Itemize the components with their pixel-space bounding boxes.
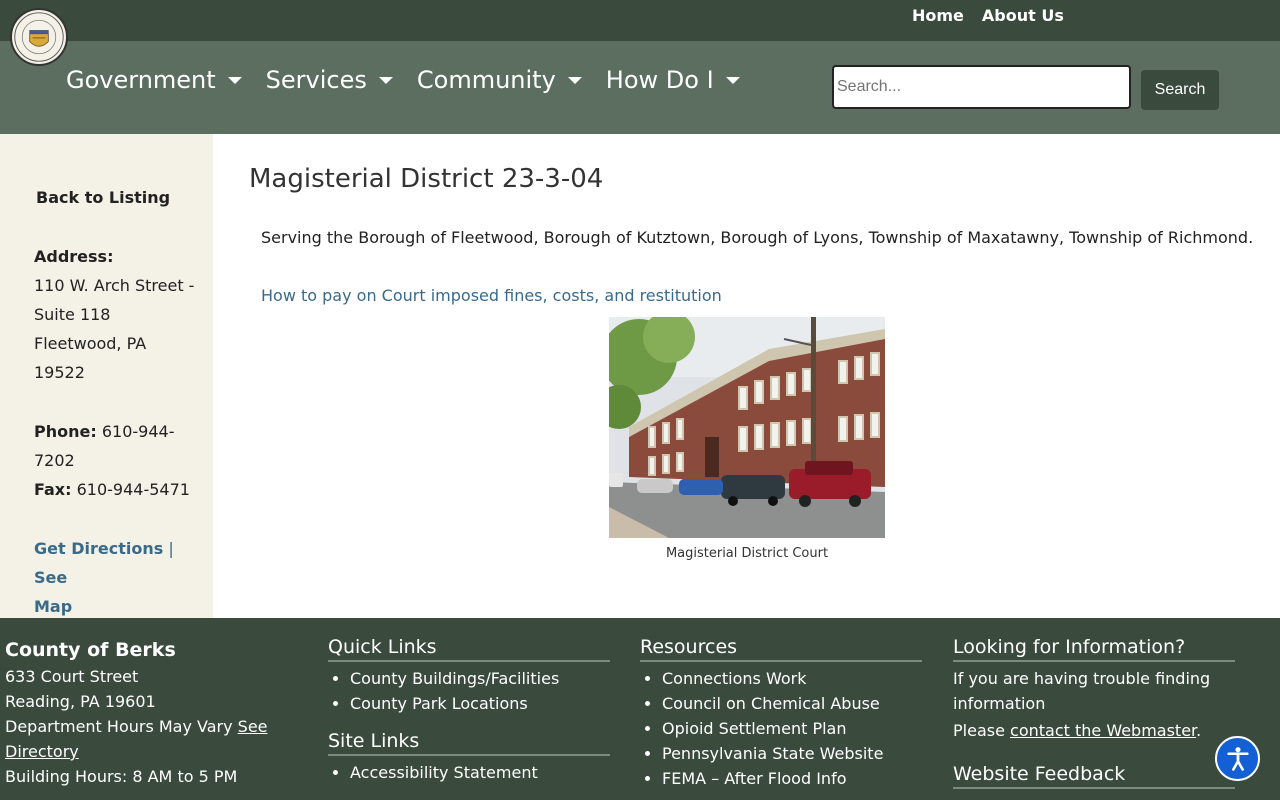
resources-heading: Resources xyxy=(640,636,922,662)
caret-down-icon xyxy=(567,76,582,84)
list-item: Council on Chemical Abuse xyxy=(662,691,922,716)
info-text: If you are having trouble finding xyxy=(953,669,1211,688)
caret-down-icon xyxy=(725,76,740,84)
nav-government[interactable]: Government xyxy=(66,66,242,94)
address-label: Address: xyxy=(34,247,114,266)
top-bar: Home About Us xyxy=(0,0,1280,41)
main-nav-band: Government Services Community How Do I S… xyxy=(0,41,1280,134)
address-line: 110 W. Arch Street - xyxy=(34,276,195,295)
accessibility-icon[interactable] xyxy=(1215,736,1260,781)
county-buildings-link[interactable]: County Buildings/Facilities xyxy=(350,669,559,688)
phone-value: 610-944- xyxy=(96,422,175,441)
list-item: County Park Locations xyxy=(350,691,610,716)
county-parks-link[interactable]: County Park Locations xyxy=(350,694,528,713)
contact-info: Address: 110 W. Arch Street - Suite 118 … xyxy=(34,242,199,621)
caret-down-icon xyxy=(227,76,242,84)
info-text: information xyxy=(953,694,1046,713)
main-nav: Government Services Community How Do I xyxy=(66,66,740,94)
caret-down-icon xyxy=(378,76,393,84)
site-links-list: Accessibility Statement xyxy=(328,760,610,785)
fema-flood-info-link[interactable]: FEMA – After Flood Info xyxy=(662,769,847,788)
org-street: 633 Court Street xyxy=(5,667,139,686)
org-city: Reading, PA 19601 xyxy=(5,692,156,711)
footer-resources: Resources Connections Work Council on Ch… xyxy=(640,636,922,791)
address-line: 19522 xyxy=(34,363,85,382)
court-building-photo xyxy=(597,311,885,538)
sidebar: Back to Listing Address: 110 W. Arch Str… xyxy=(0,134,213,618)
search-input[interactable] xyxy=(832,65,1131,109)
org-name: County of Berks xyxy=(5,639,176,661)
link-separator: | xyxy=(163,539,174,558)
list-item: Opioid Settlement Plan xyxy=(662,716,922,741)
pay-fines-link[interactable]: How to pay on Court imposed fines, costs… xyxy=(261,286,722,305)
county-seal-icon[interactable] xyxy=(10,8,68,66)
fax-label: Fax: xyxy=(34,480,72,499)
main-content: Magisterial District 23-3-04 Serving the… xyxy=(213,134,1280,618)
contact-webmaster-link[interactable]: contact the Webmaster xyxy=(1010,721,1196,740)
contact-line: Please contact the Webmaster. xyxy=(953,721,1202,740)
address-line: Fleetwood, PA xyxy=(34,334,147,353)
site-links-heading: Site Links xyxy=(328,730,610,756)
footer-org: County of Berks 633 Court Street Reading… xyxy=(5,636,305,789)
see-map-link[interactable]: See Map xyxy=(34,568,72,616)
pa-state-website-link[interactable]: Pennsylvania State Website xyxy=(662,744,883,763)
list-item: Accessibility Statement xyxy=(350,760,610,785)
council-chemical-abuse-link[interactable]: Council on Chemical Abuse xyxy=(662,694,880,713)
fax-value: 610-944-5471 xyxy=(71,480,190,499)
list-item: FEMA – After Flood Info xyxy=(662,766,922,791)
nav-services[interactable]: Services xyxy=(266,66,393,94)
phone-label: Phone: xyxy=(34,422,97,441)
top-links: Home About Us xyxy=(912,6,1064,25)
info-heading: Looking for Information? xyxy=(953,636,1235,662)
list-item: Pennsylvania State Website xyxy=(662,741,922,766)
list-item: Connections Work xyxy=(662,666,922,691)
serving-text: Serving the Borough of Fleetwood, Boroug… xyxy=(261,228,1254,247)
page-title: Magisterial District 23-3-04 xyxy=(249,164,604,194)
resources-list: Connections Work Council on Chemical Abu… xyxy=(640,666,922,791)
photo-caption: Magisterial District Court xyxy=(665,546,829,561)
footer: County of Berks 633 Court Street Reading… xyxy=(0,618,1280,800)
feedback-heading: Website Feedback xyxy=(953,763,1235,789)
quick-links-heading: Quick Links xyxy=(328,636,610,662)
get-directions-link[interactable]: Get Directions xyxy=(34,539,163,558)
home-link[interactable]: Home xyxy=(912,6,964,25)
nav-how-do-i[interactable]: How Do I xyxy=(606,66,740,94)
footer-quick-links: Quick Links County Buildings/Facilities … xyxy=(328,636,610,785)
footer-info: Looking for Information? If you are havi… xyxy=(953,636,1235,789)
list-item: County Buildings/Facilities xyxy=(350,666,610,691)
building-hours: Building Hours: 8 AM to 5 PM xyxy=(5,767,238,786)
opioid-settlement-link[interactable]: Opioid Settlement Plan xyxy=(662,719,846,738)
hours-note: Department Hours May Vary See Directory xyxy=(5,717,268,761)
connections-work-link[interactable]: Connections Work xyxy=(662,669,806,688)
about-us-link[interactable]: About Us xyxy=(982,6,1064,25)
quick-links-list: County Buildings/Facilities County Park … xyxy=(328,666,610,716)
back-to-listing-link[interactable]: Back to Listing xyxy=(36,188,170,207)
nav-community[interactable]: Community xyxy=(417,66,582,94)
phone-value-cont: 7202 xyxy=(34,451,75,470)
address-line: Suite 118 xyxy=(34,305,111,324)
search-button[interactable]: Search xyxy=(1141,70,1219,110)
accessibility-statement-link[interactable]: Accessibility Statement xyxy=(350,763,538,782)
